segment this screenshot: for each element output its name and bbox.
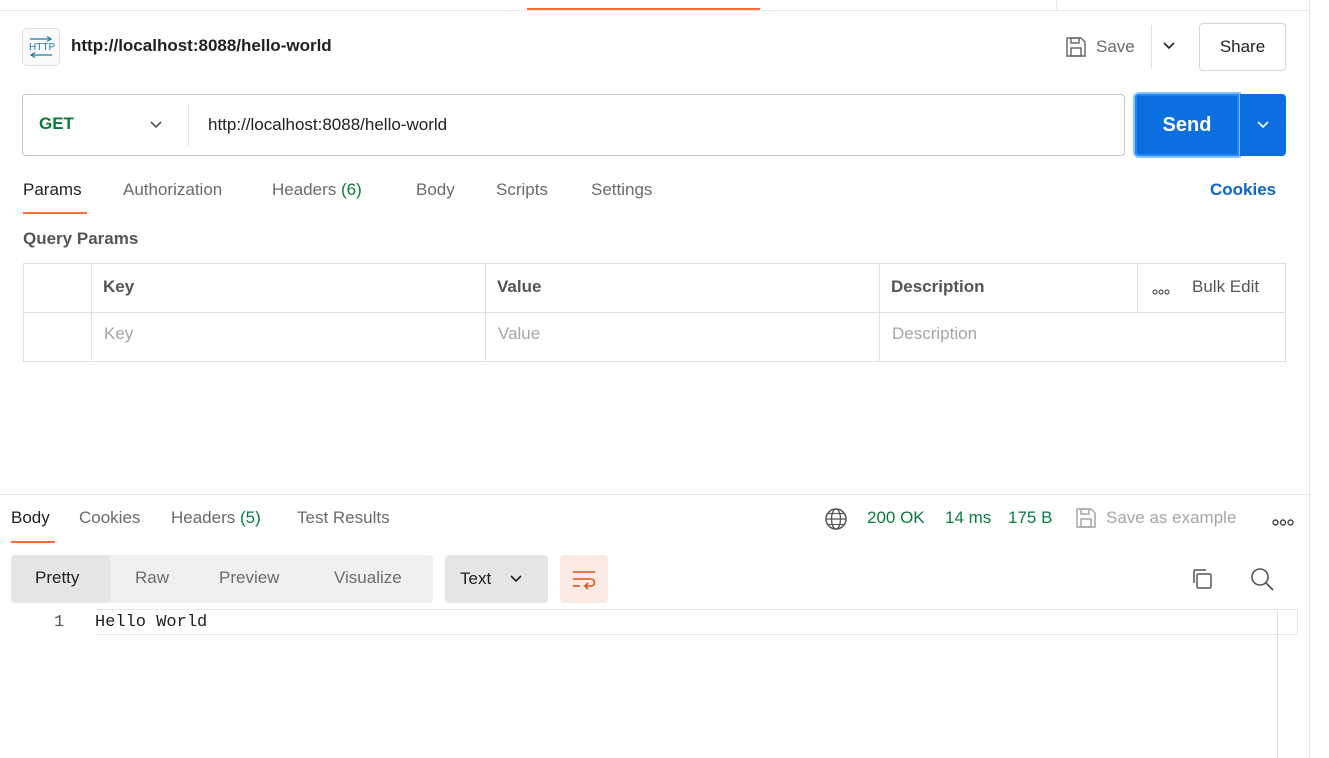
more-horizontal-icon (1272, 519, 1294, 526)
send-options-button[interactable] (1240, 94, 1286, 156)
http-icon: HTTP (22, 28, 60, 66)
tab-headers-label: Headers (272, 180, 337, 199)
chevron-down-icon (510, 575, 522, 583)
response-size[interactable]: 175 B (1008, 508, 1052, 528)
column-header-description: Description (891, 277, 985, 296)
http-icon-label: HTTP (29, 42, 55, 53)
table-col-divider (879, 264, 880, 361)
response-tab-underline (11, 541, 55, 543)
save-icon (1066, 37, 1086, 57)
view-visualize[interactable]: Visualize (334, 568, 402, 588)
url-divider (188, 104, 189, 146)
bulk-edit-button[interactable]: Bulk Edit (1192, 277, 1259, 297)
method-dropdown[interactable] (144, 113, 168, 137)
response-body-line[interactable]: Hello World (95, 613, 207, 632)
tab-params-underline (23, 212, 87, 214)
param-key-input[interactable]: Key (104, 324, 133, 344)
response-tab-test-results[interactable]: Test Results (297, 508, 390, 528)
view-preview[interactable]: Preview (219, 568, 279, 588)
tab-scripts[interactable]: Scripts (496, 180, 548, 200)
more-options-button[interactable] (1152, 283, 1170, 301)
right-panel-border (1309, 0, 1310, 758)
top-border (0, 10, 1309, 11)
tab-settings[interactable]: Settings (591, 180, 652, 200)
method-selector[interactable]: GET (39, 114, 74, 134)
line-number: 1 (54, 613, 65, 632)
wrap-lines-icon (573, 571, 596, 590)
format-label: Text (460, 569, 492, 588)
response-tab-headers-count: (5) (240, 508, 261, 527)
table-col-divider (91, 264, 92, 361)
query-params-title: Query Params (23, 229, 139, 248)
tab-headers-count: (6) (341, 180, 362, 199)
param-description-input[interactable]: Description (892, 324, 977, 344)
send-button[interactable]: Send (1135, 94, 1239, 156)
tab-divider (1056, 0, 1057, 10)
tab-body[interactable]: Body (416, 180, 455, 200)
param-value-input[interactable]: Value (498, 324, 540, 344)
share-button[interactable]: Share (1199, 23, 1286, 71)
chevron-down-icon (1163, 42, 1175, 50)
query-params-table (23, 263, 1286, 362)
code-scrollbar-track[interactable] (1277, 609, 1278, 758)
response-more-button[interactable] (1272, 514, 1294, 532)
search-icon[interactable] (1249, 566, 1275, 597)
response-time[interactable]: 14 ms (945, 508, 991, 528)
globe-icon[interactable] (824, 507, 848, 536)
response-tab-headers[interactable]: Headers (5) (171, 508, 261, 528)
status-code[interactable]: 200 OK (867, 508, 925, 528)
chevron-down-icon (1257, 121, 1269, 129)
table-row-divider (24, 312, 1285, 313)
response-divider[interactable] (0, 494, 1309, 495)
copy-icon[interactable] (1189, 566, 1215, 597)
table-col-divider (485, 264, 486, 361)
chevron-down-icon (150, 121, 162, 129)
more-horizontal-icon (1152, 289, 1170, 295)
view-pretty[interactable]: Pretty (35, 568, 79, 588)
save-options-button[interactable] (1158, 35, 1180, 57)
tab-params[interactable]: Params (23, 180, 82, 200)
save-divider (1151, 25, 1152, 69)
tab-headers[interactable]: Headers (6) (272, 180, 362, 200)
url-input[interactable] (200, 112, 1100, 138)
save-as-example-button[interactable]: Save as example (1074, 506, 1236, 530)
request-title[interactable]: http://localhost:8088/hello-world (71, 36, 332, 56)
response-tab-headers-label: Headers (171, 508, 236, 527)
cookies-link[interactable]: Cookies (1210, 180, 1276, 200)
response-tab-cookies[interactable]: Cookies (79, 508, 140, 528)
code-line-highlight (95, 609, 1298, 635)
save-label: Save (1096, 37, 1135, 56)
tab-authorization[interactable]: Authorization (123, 180, 222, 200)
wrap-lines-button[interactable] (560, 555, 608, 603)
save-icon (1076, 508, 1096, 528)
table-col-divider (1137, 264, 1138, 312)
column-header-value: Value (497, 277, 542, 296)
active-tab-indicator (527, 8, 760, 10)
view-raw[interactable]: Raw (135, 568, 169, 588)
format-dropdown[interactable]: Text (445, 555, 548, 603)
column-header-key: Key (103, 277, 135, 296)
save-as-example-label: Save as example (1106, 508, 1237, 527)
save-button[interactable]: Save (1064, 33, 1135, 61)
response-tab-body[interactable]: Body (11, 508, 50, 528)
